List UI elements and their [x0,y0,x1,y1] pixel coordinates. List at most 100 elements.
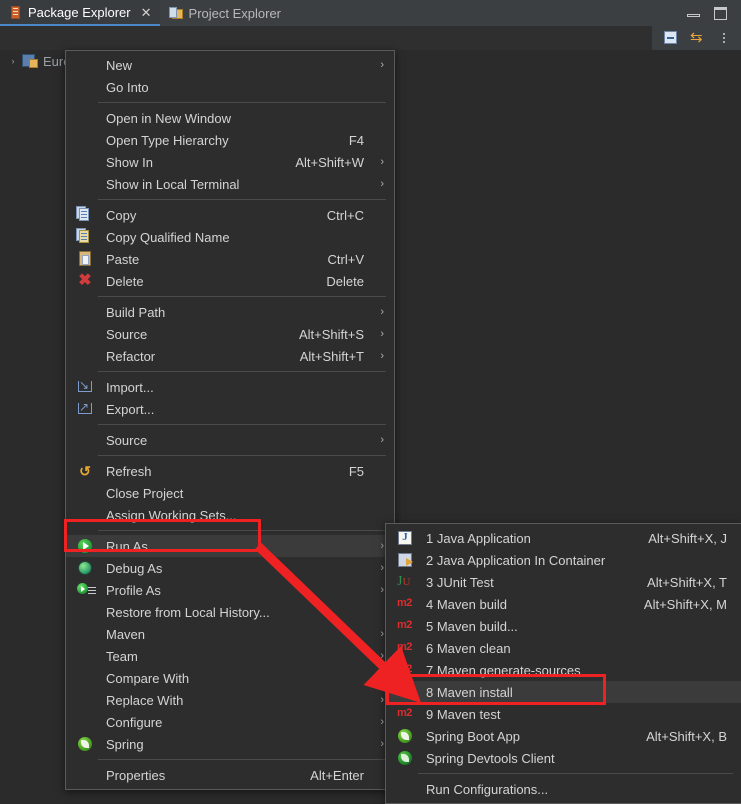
menu-item-replace-with[interactable]: Replace With › [66,689,394,711]
copy-qualified-name-icon [75,228,97,246]
menu-item-show-in[interactable]: Show In Alt+Shift+W › [66,151,394,173]
tab-label: Package Explorer [28,4,131,20]
menu-item-source[interactable]: Source › [66,429,394,451]
maven-icon: m2 [397,619,412,631]
submenu-chevron-icon: › [380,540,384,552]
menu-item-close-project[interactable]: Close Project › [66,482,394,504]
copy-icon [75,206,97,224]
menu-item-delete[interactable]: ✖ Delete Delete › [66,270,394,292]
tab-project-explorer[interactable]: Project Explorer [160,0,289,26]
menu-item-team[interactable]: Team › [66,645,394,667]
no-icon [75,603,97,621]
submenu-item-junit-test[interactable]: JU 3 JUnit Test Alt+Shift+X, T [386,571,741,593]
project-explorer-icon [168,6,183,20]
submenu-item-spring-boot-app[interactable]: Spring Boot App Alt+Shift+X, B [386,725,741,747]
context-menu: New › Go Into › Open in New Window › Ope… [65,50,395,790]
no-icon [75,347,97,365]
menu-item-open-in-new-window[interactable]: Open in New Window › [66,107,394,129]
minimize-icon[interactable] [687,7,700,20]
maximize-icon[interactable] [714,6,727,20]
submenu-chevron-icon: › [380,156,384,168]
refresh-icon: ↺ [79,463,91,479]
import-icon: ↘ [75,378,97,396]
menu-separator [98,371,386,372]
submenu-item-java-application[interactable]: 1 Java Application Alt+Shift+X, J [386,527,741,549]
no-icon [75,131,97,149]
tab-package-explorer[interactable]: Package Explorer ✕ [0,0,160,26]
menu-item-copy-qualified-name[interactable]: Copy Qualified Name › [66,226,394,248]
menu-item-spring[interactable]: Spring › [66,733,394,755]
submenu-chevron-icon: › [380,672,384,684]
submenu-item-spring-devtools-client[interactable]: Spring Devtools Client [386,747,741,769]
submenu-chevron-icon: › [380,738,384,750]
menu-item-refresh[interactable]: ↺ Refresh F5 › [66,460,394,482]
link-with-editor-icon[interactable]: ⇆ [690,30,706,46]
maven-icon: m2 [397,597,412,609]
view-tab-bar: Package Explorer ✕ Project Explorer [0,0,741,26]
menu-separator [98,102,386,103]
menu-item-build-path[interactable]: Build Path › [66,301,394,323]
profile-icon [75,581,97,599]
menu-item-export[interactable]: ↗ Export... › [66,398,394,420]
no-icon [75,506,97,524]
no-icon [75,109,97,127]
menu-separator [98,530,386,531]
submenu-chevron-icon: › [380,59,384,71]
submenu-chevron-icon: › [380,716,384,728]
view-menu-icon[interactable] [716,30,732,46]
menu-item-show-in-local-terminal[interactable]: Show in Local Terminal › [66,173,394,195]
menu-item-copy[interactable]: Copy Ctrl+C › [66,204,394,226]
tab-label: Project Explorer [188,5,282,21]
chevron-right-icon[interactable]: › [8,56,18,66]
menu-item-maven[interactable]: Maven › [66,623,394,645]
java-application-icon [395,529,417,547]
menu-separator [98,455,386,456]
menu-item-assign-working-sets[interactable]: Assign Working Sets... › [66,504,394,526]
maven-icon: m2 [397,641,412,653]
collapse-all-icon[interactable] [664,30,680,46]
menu-item-compare-with[interactable]: Compare With › [66,667,394,689]
submenu-item-maven-build-dialog[interactable]: m2 5 Maven build... [386,615,741,637]
menu-item-source-refactor-group[interactable]: Source Alt+Shift+S › [66,323,394,345]
no-icon [75,647,97,665]
maven-icon: m2 [397,663,412,675]
no-icon [75,175,97,193]
submenu-item-maven-test[interactable]: m2 9 Maven test [386,703,741,725]
submenu-item-run-configurations[interactable]: Run Configurations... [386,778,741,800]
menu-item-refactor[interactable]: Refactor Alt+Shift+T › [66,345,394,367]
submenu-item-maven-generate-sources[interactable]: m2 7 Maven generate-sources [386,659,741,681]
menu-item-paste[interactable]: Paste Ctrl+V › [66,248,394,270]
menu-item-debug-as[interactable]: Debug As › [66,557,394,579]
menu-item-restore-from-local-history[interactable]: Restore from Local History... › [66,601,394,623]
submenu-item-maven-build[interactable]: m2 4 Maven build Alt+Shift+X, M [386,593,741,615]
menu-separator [98,199,386,200]
spring-icon [75,735,97,753]
close-icon[interactable]: ✕ [141,6,152,19]
java-container-icon [395,551,417,569]
menu-item-open-type-hierarchy[interactable]: Open Type Hierarchy F4 › [66,129,394,151]
no-icon [75,431,97,449]
delete-icon: ✖ [78,272,92,289]
debug-icon [75,559,97,577]
submenu-item-maven-clean[interactable]: m2 6 Maven clean [386,637,741,659]
submenu-chevron-icon: › [380,562,384,574]
submenu-chevron-icon: › [380,628,384,640]
maven-icon: m2 [397,707,412,719]
menu-item-new[interactable]: New › [66,54,394,76]
menu-item-go-into[interactable]: Go Into › [66,76,394,98]
menu-item-configure[interactable]: Configure › [66,711,394,733]
menu-item-properties[interactable]: Properties Alt+Enter › [66,764,394,786]
menu-item-run-as[interactable]: Run As › [66,535,394,557]
no-icon [75,153,97,171]
no-icon [75,691,97,709]
menu-separator [98,424,386,425]
submenu-item-maven-install[interactable]: m2 8 Maven install [386,681,741,703]
menu-item-import[interactable]: ↘ Import... › [66,376,394,398]
view-toolbar: ⇆ [652,26,741,50]
no-icon [75,78,97,96]
run-as-submenu: 1 Java Application Alt+Shift+X, J 2 Java… [385,523,741,804]
submenu-item-java-application-in-container[interactable]: 2 Java Application In Container [386,549,741,571]
export-icon: ↗ [75,400,97,418]
no-icon [75,303,97,321]
menu-item-profile-as[interactable]: Profile As › [66,579,394,601]
